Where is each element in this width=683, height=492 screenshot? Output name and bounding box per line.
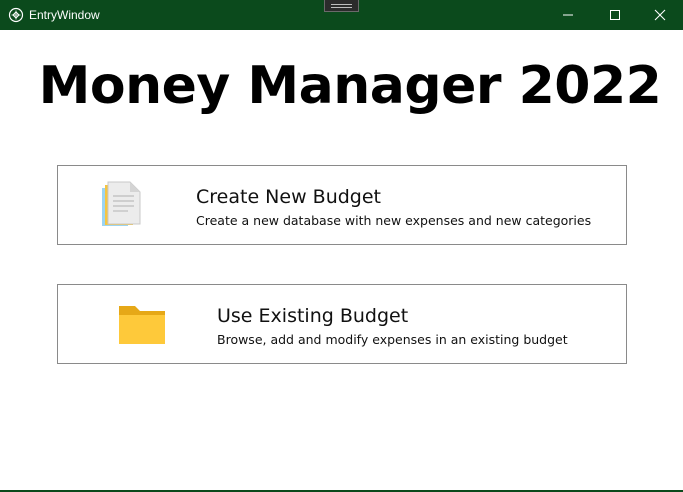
document-icon [102,181,141,226]
app-icon [8,7,24,23]
close-icon [654,9,666,21]
close-button[interactable] [637,0,683,30]
maximize-button[interactable] [592,0,638,30]
entry-window: EntryWindow Money Manager 2022 Create Ne… [0,0,683,492]
create-new-budget-description: Create a new database with new expenses … [196,213,592,228]
minimize-button[interactable] [545,0,591,30]
title-bar[interactable]: EntryWindow [0,0,683,30]
create-new-budget-button[interactable]: Create New Budget Create a new database … [57,165,627,245]
page-title: Money Manager 2022 [38,56,662,116]
use-existing-budget-description: Browse, add and modify expenses in an ex… [217,332,568,347]
window-title: EntryWindow [29,8,100,22]
create-new-budget-title: Create New Budget [196,186,381,208]
drag-handle[interactable] [324,0,359,12]
maximize-icon [610,10,620,20]
use-existing-budget-title: Use Existing Budget [217,305,409,327]
use-existing-budget-button[interactable]: Use Existing Budget Browse, add and modi… [57,284,627,364]
minimize-icon [563,14,573,16]
folder-icon [119,306,165,344]
